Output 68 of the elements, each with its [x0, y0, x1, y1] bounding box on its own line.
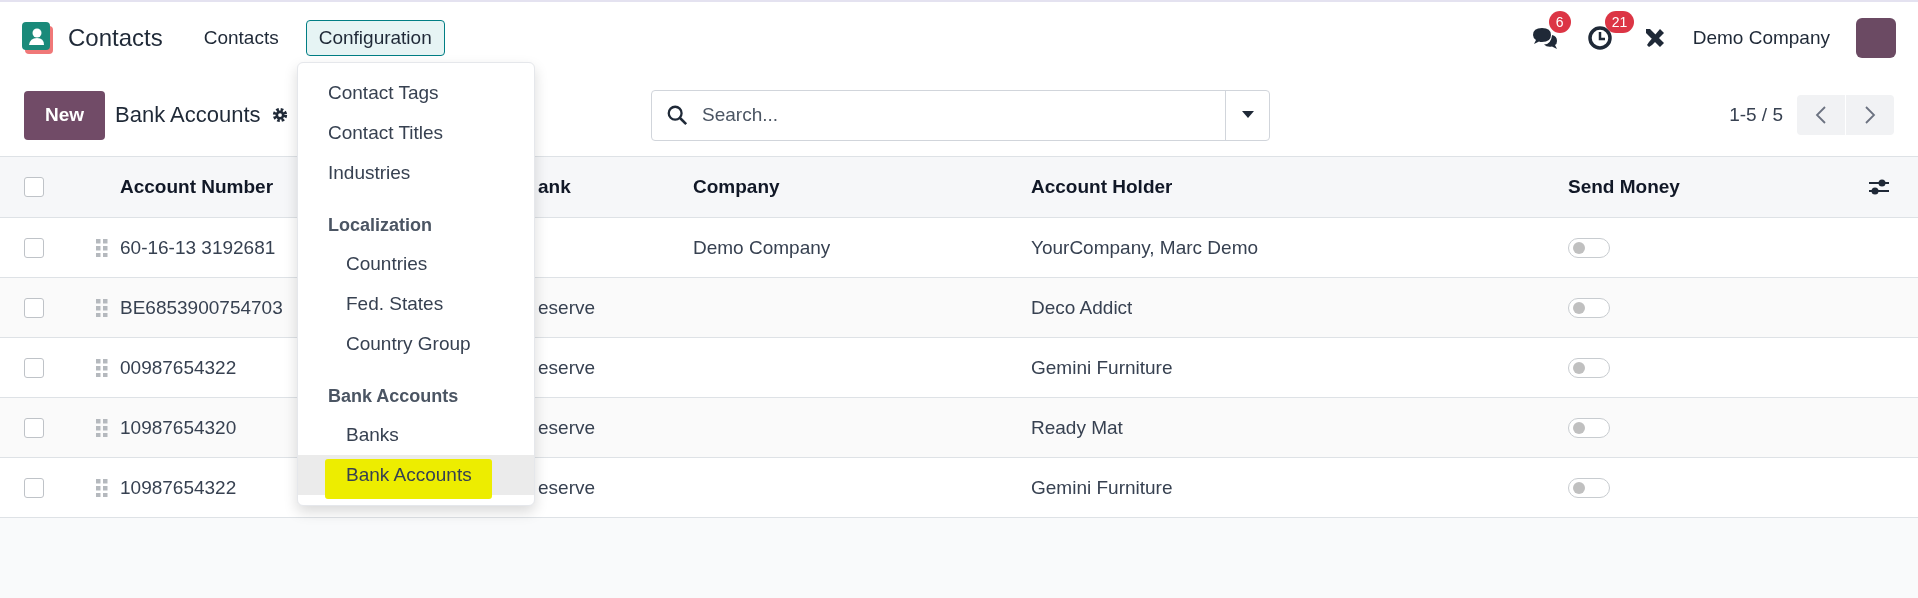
chat-icon[interactable] [1530, 26, 1559, 50]
column-header[interactable]: Send Money [1568, 176, 1680, 198]
table-cell: BE6853900754703 [120, 296, 283, 319]
column-header[interactable]: Company [693, 176, 780, 198]
table-cell: 10987654320 [120, 416, 237, 439]
activity-count-badge: 21 [1604, 11, 1635, 33]
select-all-checkbox[interactable] [24, 177, 44, 197]
nav-menu-item[interactable]: Configuration [305, 20, 445, 56]
row-checkbox[interactable] [24, 297, 44, 318]
table-cell: Gemini Furniture [1031, 356, 1173, 379]
pager-value[interactable]: 1-5 / 5 [1729, 104, 1783, 126]
table-cell: eserve [538, 356, 596, 379]
menu-section-header: Localization [327, 214, 433, 237]
menu-item[interactable]: Industries [298, 153, 534, 193]
row-checkbox[interactable] [24, 237, 44, 258]
column-header[interactable]: ank [538, 176, 571, 198]
send-money-toggle[interactable] [1568, 357, 1610, 378]
menu-item[interactable]: Countries [298, 244, 534, 284]
menu-item[interactable]: Contact Titles [298, 113, 534, 153]
user-avatar[interactable] [1856, 18, 1896, 58]
send-money-toggle[interactable] [1568, 237, 1610, 258]
drag-handle-icon[interactable] [96, 298, 108, 317]
send-money-toggle[interactable] [1568, 417, 1610, 438]
message-count-badge: 6 [1548, 11, 1571, 33]
next-button[interactable] [1846, 95, 1894, 135]
app-title: Contacts [68, 24, 163, 52]
column-header[interactable]: Account Number [120, 176, 274, 198]
column-header[interactable]: Account Holder [1031, 176, 1173, 198]
previous-button[interactable] [1797, 95, 1845, 135]
search-icon [666, 104, 688, 126]
send-money-toggle[interactable] [1568, 477, 1610, 498]
menu-item[interactable]: Fed. States [298, 284, 534, 324]
drag-handle-icon[interactable] [96, 238, 108, 257]
search-field[interactable]: Search... [651, 89, 1270, 141]
drag-handle-icon[interactable] [96, 418, 108, 437]
menu-item[interactable]: Banks [298, 415, 534, 455]
table-cell: YourCompany, Marc Demo [1031, 236, 1259, 259]
table-cell: Deco Addict [1031, 296, 1133, 319]
contacts-app-icon[interactable] [22, 22, 54, 54]
table-cell: 60-16-13 3192681 [120, 236, 276, 259]
table-cell: eserve [538, 476, 596, 499]
row-checkbox[interactable] [24, 357, 44, 378]
nav-menu-item[interactable]: Contacts [190, 20, 292, 56]
table-cell: 00987654322 [120, 356, 237, 379]
caret-icon [1241, 111, 1254, 119]
breadcrumb-title: Bank Accounts [115, 102, 261, 128]
gear-icon[interactable] [270, 106, 289, 124]
table-cell: eserve [538, 296, 596, 319]
row-checkbox[interactable] [24, 417, 44, 438]
company-name[interactable]: Demo Company [1692, 27, 1830, 49]
row-checkbox[interactable] [24, 477, 44, 498]
chevron-right-icon [1864, 105, 1876, 125]
table-cell: eserve [538, 416, 596, 439]
menu-item[interactable]: Contact Tags [298, 73, 534, 113]
clock-icon[interactable] [1586, 25, 1613, 51]
menu-item[interactable]: Country Group [298, 324, 534, 364]
new-button[interactable]: New [24, 90, 106, 140]
table-cell: Ready Mat [1031, 416, 1123, 439]
drag-handle-icon[interactable] [96, 358, 108, 377]
menu-section-header: Bank Accounts [327, 385, 460, 408]
chevron-left-icon [1815, 105, 1827, 125]
sliders-icon[interactable] [1868, 177, 1890, 197]
drag-handle-icon[interactable] [96, 478, 108, 497]
send-money-toggle[interactable] [1568, 297, 1610, 318]
table-cell: 10987654322 [120, 476, 237, 499]
table-cell: Gemini Furniture [1031, 476, 1173, 499]
search-input[interactable]: Search... [700, 103, 1225, 127]
table-cell: Demo Company [693, 236, 831, 259]
